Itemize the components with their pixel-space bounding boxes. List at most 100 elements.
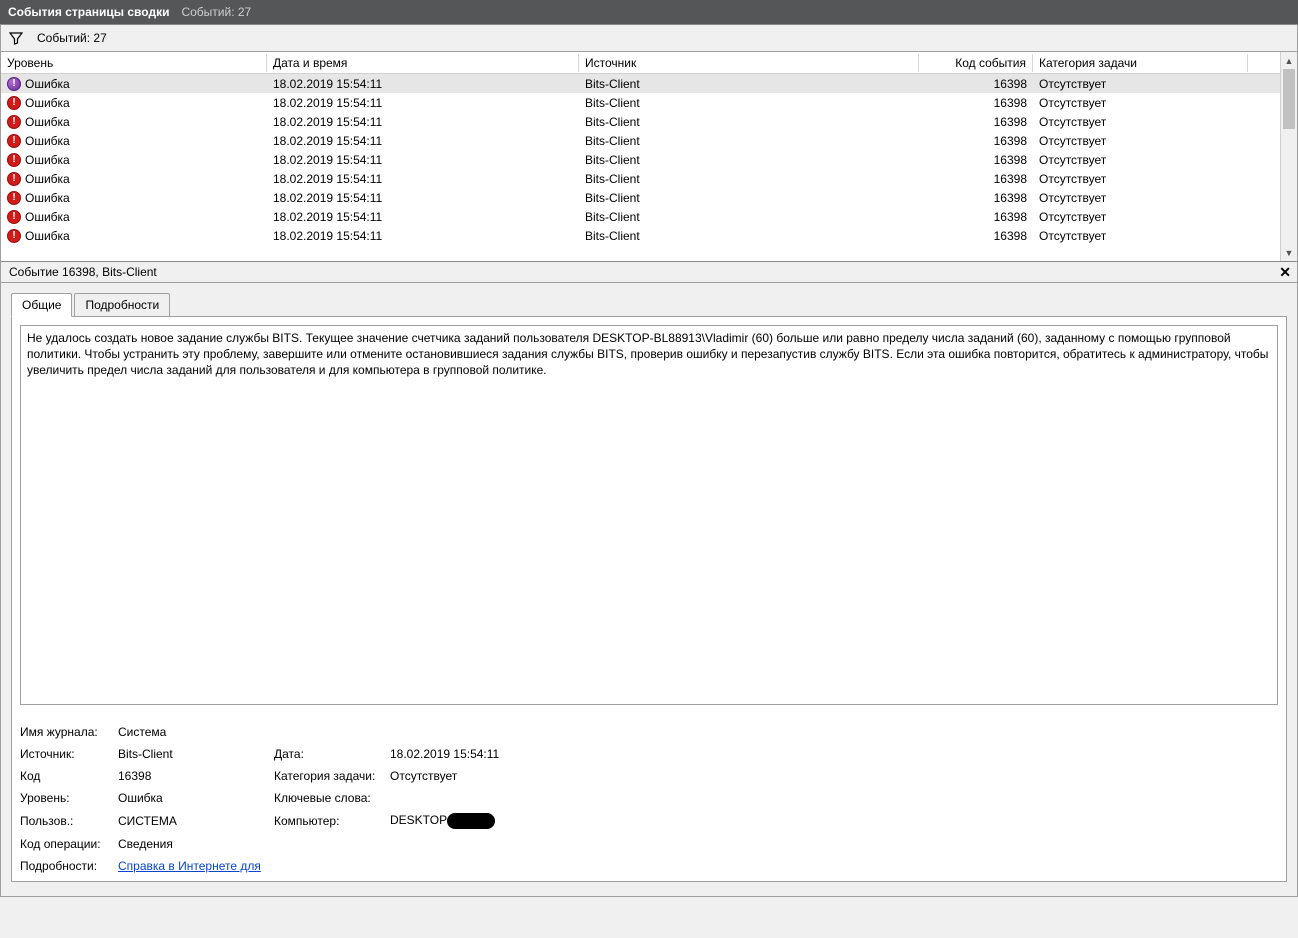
value-level: Ошибка bbox=[118, 791, 268, 805]
label-source: Источник: bbox=[20, 747, 112, 761]
event-properties: Имя журнала: Система Источник: Bits-Clie… bbox=[20, 725, 1278, 873]
table-row[interactable]: !Ошибка18.02.2019 15:54:11Bits-Client163… bbox=[1, 112, 1280, 131]
cell-date: 18.02.2019 15:54:11 bbox=[267, 210, 579, 224]
label-level: Уровень: bbox=[20, 791, 112, 805]
scroll-thumb[interactable] bbox=[1283, 69, 1295, 129]
cell-level: !Ошибка bbox=[1, 172, 267, 186]
cell-code: 16398 bbox=[919, 134, 1033, 148]
cell-category: Отсутствует bbox=[1033, 191, 1248, 205]
event-message[interactable]: Не удалось создать новое задание службы … bbox=[20, 325, 1278, 705]
label-code: Код bbox=[20, 769, 112, 783]
level-text: Ошибка bbox=[25, 153, 70, 167]
col-header-code[interactable]: Код события bbox=[919, 54, 1033, 72]
label-computer: Компьютер: bbox=[274, 814, 384, 828]
label-keywords: Ключевые слова: bbox=[274, 791, 384, 805]
cell-category: Отсутствует bbox=[1033, 172, 1248, 186]
detail-title: Событие 16398, Bits-Client bbox=[9, 265, 157, 279]
level-text: Ошибка bbox=[25, 191, 70, 205]
filter-bar: Событий: 27 bbox=[0, 24, 1298, 52]
cell-code: 16398 bbox=[919, 96, 1033, 110]
level-text: Ошибка bbox=[25, 210, 70, 224]
error-icon: ! bbox=[7, 229, 21, 243]
table-row[interactable]: !Ошибка18.02.2019 15:54:11Bits-Client163… bbox=[1, 188, 1280, 207]
cell-code: 16398 bbox=[919, 77, 1033, 91]
label-date: Дата: bbox=[274, 747, 384, 761]
cell-category: Отсутствует bbox=[1033, 77, 1248, 91]
value-date: 18.02.2019 15:54:11 bbox=[390, 747, 690, 761]
cell-source: Bits-Client bbox=[579, 210, 919, 224]
table-row[interactable]: ! Ошибка 18.02.2019 15:54:11Bits-Client163… bbox=[1, 93, 1280, 112]
level-text: Ошибка bbox=[25, 134, 70, 148]
cell-category: Отсутствует bbox=[1033, 210, 1248, 224]
scroll-down-arrow-icon[interactable]: ▼ bbox=[1281, 244, 1297, 261]
cell-level: ! Ошибка bbox=[1, 153, 267, 167]
cell-code: 16398 bbox=[919, 115, 1033, 129]
detail-pane: Общие Подробности Не удалось создать нов… bbox=[0, 283, 1298, 897]
col-header-level[interactable]: Уровень bbox=[1, 54, 267, 72]
cell-category: Отсутствует bbox=[1033, 115, 1248, 129]
error-icon: ! bbox=[7, 134, 21, 148]
cell-source: Bits-Client bbox=[579, 153, 919, 167]
table-row[interactable]: !Ошибка18.02.2019 15:54:11Bits-Client163… bbox=[1, 150, 1280, 169]
scroll-track[interactable] bbox=[1281, 69, 1297, 244]
level-text: Ошибка bbox=[25, 229, 70, 243]
cell-date: 18.02.2019 15:54:11 bbox=[267, 153, 579, 167]
redacted-block bbox=[447, 813, 495, 829]
cell-level: !Ошибка bbox=[1, 191, 267, 205]
vertical-scrollbar[interactable]: ▲ ▼ bbox=[1280, 52, 1297, 261]
error-icon: ! bbox=[7, 115, 21, 129]
cell-source: Bits-Client bbox=[579, 134, 919, 148]
tab-body-general: Не удалось создать новое задание службы … bbox=[11, 316, 1287, 882]
help-link[interactable]: Справка в Интернете для bbox=[118, 859, 261, 873]
tab-general[interactable]: Общие bbox=[11, 293, 72, 317]
error-icon: ! bbox=[7, 96, 21, 110]
label-log: Имя журнала: bbox=[20, 725, 112, 739]
detail-tabs: Общие Подробности bbox=[11, 293, 1287, 317]
cell-date: 18.02.2019 15:54:11 bbox=[267, 229, 579, 243]
cell-code: 16398 bbox=[919, 191, 1033, 205]
col-header-date[interactable]: Дата и время bbox=[267, 54, 579, 72]
error-icon: ! bbox=[7, 153, 21, 167]
scroll-up-arrow-icon[interactable]: ▲ bbox=[1281, 52, 1297, 69]
cell-category: Отсутствует bbox=[1033, 153, 1248, 167]
cell-category: Отсутствует bbox=[1033, 134, 1248, 148]
label-more: Подробности: bbox=[20, 859, 112, 873]
cell-category: Отсутствует bbox=[1033, 229, 1248, 243]
cell-source: Bits-Client bbox=[579, 115, 919, 129]
value-source: Bits-Client bbox=[118, 747, 268, 761]
table-row[interactable]: !Ошибка18.02.2019 15:54:11Bits-Client163… bbox=[1, 226, 1280, 245]
cell-source: Bits-Client bbox=[579, 96, 919, 110]
event-count-label: Событий: 27 bbox=[37, 31, 107, 45]
col-header-source[interactable]: Источник bbox=[579, 54, 919, 72]
value-user: СИСТЕМА bbox=[118, 814, 268, 828]
cell-level: ! Ошибка bbox=[1, 134, 267, 148]
level-text: Ошибка bbox=[25, 96, 70, 110]
table-row[interactable]: !Ошибка18.02.2019 15:54:11Bits-Client163… bbox=[1, 74, 1280, 93]
cell-level: ! Ошибка bbox=[1, 229, 267, 243]
level-text: Ошибка bbox=[25, 172, 70, 186]
filter-icon[interactable] bbox=[9, 31, 23, 45]
window-title: События страницы сводки bbox=[8, 5, 169, 19]
cell-level: !Ошибка bbox=[1, 115, 267, 129]
cell-date: 18.02.2019 15:54:11 bbox=[267, 191, 579, 205]
value-log: Система bbox=[118, 725, 268, 739]
cell-source: Bits-Client bbox=[579, 191, 919, 205]
cell-source: Bits-Client bbox=[579, 172, 919, 186]
table-row[interactable]: !Ошибка18.02.2019 15:54:11Bits-Client163… bbox=[1, 207, 1280, 226]
title-bar: События страницы сводки Событий: 27 bbox=[0, 0, 1298, 24]
list-header: Уровень Дата и время Источник Код событи… bbox=[1, 52, 1280, 74]
col-header-category[interactable]: Категория задачи bbox=[1033, 54, 1248, 72]
value-code: 16398 bbox=[118, 769, 268, 783]
cell-date: 18.02.2019 15:54:11 bbox=[267, 96, 579, 110]
cell-level: !Ошибка bbox=[1, 210, 267, 224]
table-row[interactable]: !Ошибка18.02.2019 15:54:11Bits-Client163… bbox=[1, 131, 1280, 150]
value-computer: DESKTOP bbox=[390, 813, 690, 829]
label-opcode: Код операции: bbox=[20, 837, 112, 851]
event-list: Уровень Дата и время Источник Код событи… bbox=[0, 52, 1298, 261]
cell-date: 18.02.2019 15:54:11 bbox=[267, 115, 579, 129]
table-row[interactable]: !Ошибка18.02.2019 15:54:11Bits-Client163… bbox=[1, 169, 1280, 188]
value-category: Отсутствует bbox=[390, 769, 690, 783]
cell-date: 18.02.2019 15:54:11 bbox=[267, 77, 579, 91]
tab-details[interactable]: Подробности bbox=[74, 293, 170, 317]
close-icon[interactable]: ✕ bbox=[1279, 265, 1291, 279]
